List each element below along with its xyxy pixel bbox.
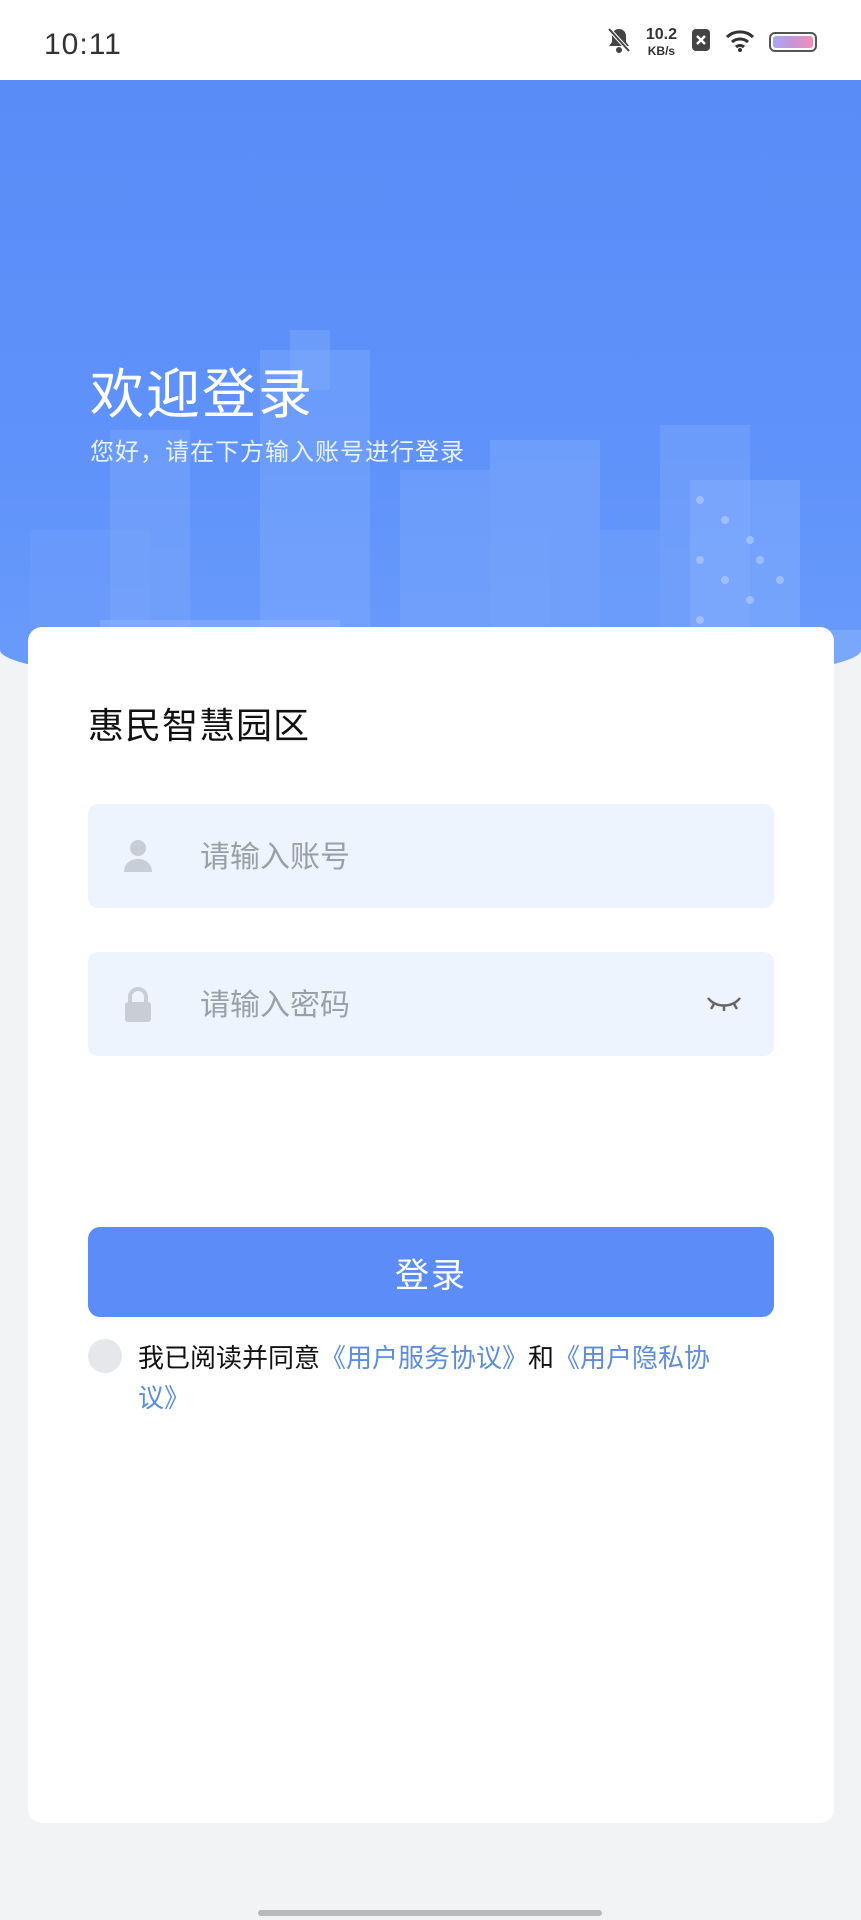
agreement-checkbox[interactable] (88, 1339, 122, 1373)
net-speed-value: 10.2 (645, 26, 677, 43)
status-bar: 10:11 10.2 KB/s (0, 0, 861, 80)
app-name: 惠民智慧园区 (88, 706, 311, 747)
user-icon (118, 836, 158, 876)
wifi-icon (725, 28, 755, 56)
agreement-text: 我已阅读并同意《用户服务协议》和《用户隐私协议》 (138, 1339, 738, 1419)
eye-closed-icon[interactable] (704, 990, 744, 1018)
service-agreement-link[interactable]: 《用户服务协议》 (320, 1344, 528, 1374)
password-field[interactable] (88, 952, 774, 1058)
account-input[interactable] (198, 804, 682, 910)
welcome-title: 欢迎登录 (90, 363, 314, 426)
login-card: 惠民智慧园区 登录 (28, 627, 834, 1823)
welcome-subtitle: 您好，请在下方输入账号进行登录 (90, 438, 465, 466)
net-speed-unit: KB/s (647, 44, 676, 58)
hero-banner: 欢迎登录 您好，请在下方输入账号进行登录 (0, 80, 861, 690)
home-indicator[interactable] (258, 1910, 602, 1916)
lock-icon (118, 984, 158, 1024)
net-speed: 10.2 KB/s (645, 26, 677, 58)
login-button[interactable]: 登录 (88, 1227, 774, 1317)
status-icons: 10.2 KB/s (606, 26, 817, 58)
battery-icon (769, 32, 817, 52)
account-field[interactable] (88, 804, 774, 910)
bell-off-icon (606, 26, 632, 58)
no-sim-icon (691, 28, 711, 56)
agreement-prefix: 我已阅读并同意 (138, 1344, 321, 1374)
password-input[interactable] (198, 952, 682, 1058)
status-time: 10:11 (44, 28, 122, 61)
battery-level (773, 36, 813, 48)
agreement-and: 和 (528, 1344, 555, 1374)
